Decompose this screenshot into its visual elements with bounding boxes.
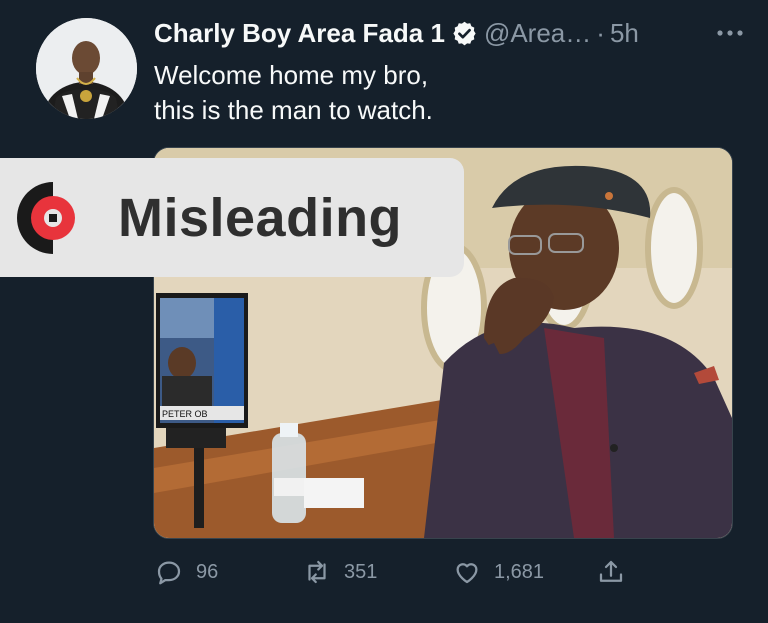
author-handle[interactable]: @Area…	[484, 18, 591, 49]
tweet-timestamp[interactable]: 5h	[610, 18, 639, 49]
tweet-actions: 96 351 1,681	[154, 552, 654, 592]
reply-button[interactable]: 96	[154, 552, 218, 592]
factcheck-logo-icon	[17, 180, 90, 255]
author-name[interactable]: Charly Boy Area Fada 1	[154, 18, 445, 49]
tv-caption: PETER OB	[162, 409, 208, 419]
factcheck-label: Misleading	[118, 187, 403, 248]
tweet-header: Charly Boy Area Fada 1 @Area… · 5h	[154, 12, 748, 54]
avatar-image	[36, 18, 137, 119]
like-icon	[456, 563, 478, 584]
tweet-text-line-1: Welcome home my bro,	[154, 60, 429, 90]
retweet-icon	[308, 560, 326, 584]
factcheck-banner: Misleading	[0, 158, 464, 277]
author-avatar[interactable]	[36, 18, 137, 119]
retweet-count: 351	[344, 560, 378, 583]
tweet-text-line-2: this is the man to watch.	[154, 95, 433, 125]
more-icon[interactable]	[712, 20, 748, 46]
like-button[interactable]: 1,681	[452, 552, 544, 592]
reply-count: 96	[196, 560, 219, 583]
reply-icon	[157, 561, 181, 585]
like-count: 1,681	[494, 560, 545, 583]
verified-badge-icon	[453, 21, 476, 45]
tweet-text: Welcome home my bro, this is the man to …	[154, 58, 714, 128]
retweet-button[interactable]: 351	[302, 552, 377, 592]
share-button[interactable]	[596, 552, 626, 592]
separator-dot: ·	[596, 17, 605, 48]
share-icon	[599, 560, 623, 582]
